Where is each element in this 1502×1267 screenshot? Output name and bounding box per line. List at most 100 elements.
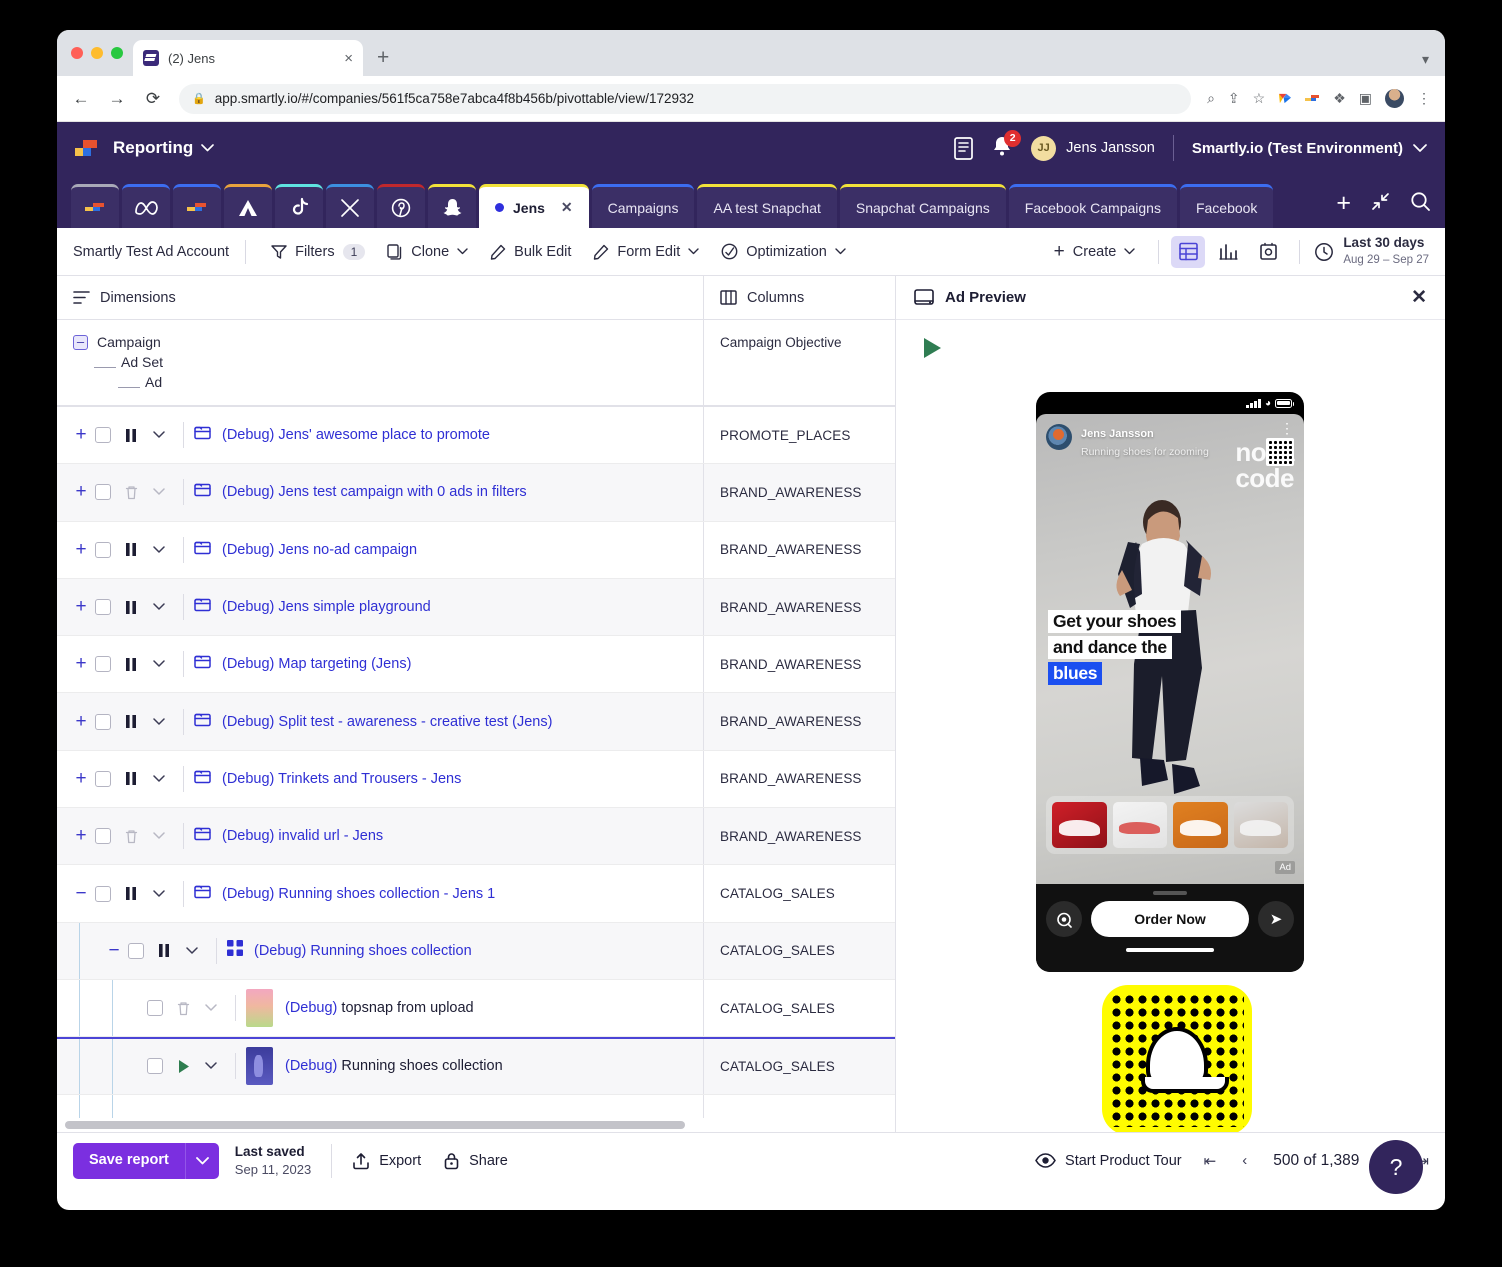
pause-status-icon[interactable] (117, 600, 145, 615)
date-range-picker[interactable]: Last 30 days Aug 29 – Sep 27 (1314, 235, 1429, 267)
tab-icon-snapchat[interactable] (428, 184, 476, 228)
add-tab-icon[interactable]: + (1336, 189, 1351, 218)
tab-jens[interactable]: Jens ✕ (479, 184, 589, 228)
table-row[interactable]: + (Debug) Jens' awesome place to promote… (57, 407, 895, 465)
table-row[interactable]: + (Debug) Jens simple playground BRAND_A… (57, 578, 895, 637)
row-menu-chevron-icon[interactable] (145, 545, 173, 554)
snap-camera-icon[interactable] (1046, 901, 1082, 937)
chevron-down-icon[interactable]: ▾ (1422, 51, 1429, 76)
expand-row-icon[interactable]: + (67, 825, 95, 847)
row-menu-chevron-icon[interactable] (145, 660, 173, 668)
row-checkbox[interactable] (95, 656, 111, 673)
save-options-button[interactable] (184, 1142, 219, 1179)
pause-status-icon[interactable] (117, 886, 145, 901)
row-name[interactable]: (Debug) Running shoes collection (254, 943, 472, 959)
forward-icon[interactable]: → (107, 89, 127, 109)
row-name[interactable]: (Debug) topsnap from upload (285, 1000, 474, 1016)
column-campaign-objective[interactable]: Campaign Objective (704, 320, 895, 405)
table-row[interactable]: + (Debug) Split test - awareness - creat… (57, 693, 895, 751)
filters-button[interactable]: Filters 1 (260, 238, 376, 266)
dimension-adset[interactable]: Ad Set (94, 352, 687, 372)
clone-button[interactable]: Clone (376, 238, 479, 266)
row-checkbox[interactable] (95, 599, 111, 616)
smartly-logo-icon[interactable] (75, 139, 99, 157)
expand-row-icon[interactable]: + (67, 653, 95, 675)
tab-icon-smartly-2[interactable] (173, 184, 221, 228)
collapse-icon[interactable]: – (73, 334, 88, 350)
table-row[interactable]: (Debug) topsnap from upload CATALOG_SALE… (57, 979, 895, 1038)
minimize-window-button[interactable] (91, 47, 103, 59)
pause-status-icon[interactable] (117, 542, 145, 557)
snapcode[interactable] (1102, 985, 1252, 1132)
extension-colorful-icon[interactable] (1278, 92, 1292, 105)
snap-more-menu-icon[interactable]: ⋮ (1280, 421, 1294, 435)
notifications-bell[interactable]: 2 (991, 129, 1022, 162)
back-icon[interactable]: ← (71, 89, 91, 109)
save-report-button[interactable]: Save report (73, 1142, 185, 1179)
tab-icon-pinterest[interactable] (377, 184, 425, 228)
create-button[interactable]: + Create (1043, 238, 1147, 266)
close-preview-icon[interactable]: ✕ (1411, 286, 1427, 309)
row-checkbox[interactable] (95, 828, 111, 845)
dimensions-header[interactable]: Dimensions (57, 276, 704, 319)
product-tile[interactable] (1052, 802, 1107, 848)
columns-header[interactable]: Columns (704, 276, 895, 319)
expand-row-icon[interactable]: + (67, 539, 95, 561)
row-checkbox[interactable] (95, 427, 111, 444)
row-menu-chevron-icon[interactable] (145, 431, 173, 439)
tab-icon-smartly[interactable] (71, 184, 119, 228)
product-tile[interactable] (1112, 802, 1167, 848)
row-name[interactable]: (Debug) Map targeting (Jens) (222, 656, 411, 672)
table-row[interactable]: (Debug) Running shoes collection CATALOG… (57, 1037, 895, 1095)
first-page-icon[interactable]: ⇤ (1204, 1152, 1217, 1170)
row-menu-chevron-icon[interactable] (145, 603, 173, 611)
smartly-extension-icon[interactable] (1305, 94, 1320, 104)
table-row[interactable]: + (Debug) Jens no-ad campaign BRAND_AWAR… (57, 521, 895, 579)
address-bar[interactable]: 🔒 app.smartly.io/#/companies/561f5ca758e… (179, 83, 1192, 114)
row-checkbox[interactable] (95, 484, 111, 501)
chrome-profile-avatar[interactable] (1385, 89, 1404, 108)
row-name[interactable]: (Debug) Jens test campaign with 0 ads in… (222, 484, 527, 500)
tabs-next-icon[interactable]: › (1309, 191, 1316, 217)
tab-facebook-campaigns[interactable]: Facebook Campaigns (1008, 184, 1177, 228)
reporting-menu[interactable]: Reporting (113, 138, 215, 158)
cta-button[interactable]: Order Now (1091, 901, 1249, 937)
row-checkbox[interactable] (147, 1000, 163, 1017)
tab-snapchat-campaigns[interactable]: Snapchat Campaigns (839, 184, 1006, 228)
expand-row-icon[interactable]: + (67, 424, 95, 446)
dimension-ad[interactable]: Ad (118, 372, 687, 392)
new-tab-button[interactable]: + (377, 46, 389, 76)
tab-icon-x[interactable] (326, 184, 374, 228)
tab-aa-test-snapchat[interactable]: AA test Snapchat (697, 184, 837, 228)
product-tile[interactable] (1173, 802, 1228, 848)
row-menu-chevron-icon[interactable] (197, 1004, 225, 1012)
form-edit-button[interactable]: Form Edit (582, 238, 710, 266)
view-creative-button[interactable] (1251, 236, 1285, 268)
table-row[interactable]: + (Debug) invalid url - Jens BRAND_AWARE… (57, 808, 895, 866)
expand-row-icon[interactable]: + (67, 711, 95, 733)
optimization-button[interactable]: Optimization (710, 237, 857, 266)
row-checkbox[interactable] (95, 885, 111, 902)
horizontal-scrollbar[interactable] (57, 1118, 895, 1132)
puzzle-extensions-icon[interactable]: ❖ (1333, 90, 1346, 107)
tab-icon-adobe[interactable] (224, 184, 272, 228)
pause-status-icon[interactable] (117, 428, 145, 443)
notes-icon[interactable] (954, 136, 974, 160)
share-icon[interactable]: ⇪ (1228, 90, 1240, 107)
row-menu-chevron-icon[interactable] (145, 717, 173, 726)
table-row[interactable]: − (Debug) Running shoes collection - Jen… (57, 865, 895, 923)
table-row[interactable]: + (Debug) Jens test campaign with 0 ads … (57, 464, 895, 522)
row-menu-chevron-icon[interactable] (178, 947, 206, 955)
collapse-row-icon[interactable]: − (100, 940, 128, 962)
row-name[interactable]: (Debug) Running shoes collection - Jens … (222, 886, 495, 902)
product-tile[interactable] (1233, 802, 1288, 848)
prev-page-icon[interactable]: ‹ (1242, 1152, 1247, 1169)
table-row[interactable]: + (Debug) Map targeting (Jens) BRAND_AWA… (57, 636, 895, 694)
view-table-button[interactable] (1171, 235, 1206, 268)
dimension-campaign[interactable]: – Campaign (73, 332, 687, 352)
close-window-button[interactable] (71, 47, 83, 59)
product-carousel[interactable] (1046, 796, 1294, 854)
row-name[interactable]: (Debug) invalid url - Jens (222, 828, 383, 844)
row-checkbox[interactable] (95, 713, 111, 730)
tab-facebook[interactable]: Facebook (1179, 184, 1274, 228)
